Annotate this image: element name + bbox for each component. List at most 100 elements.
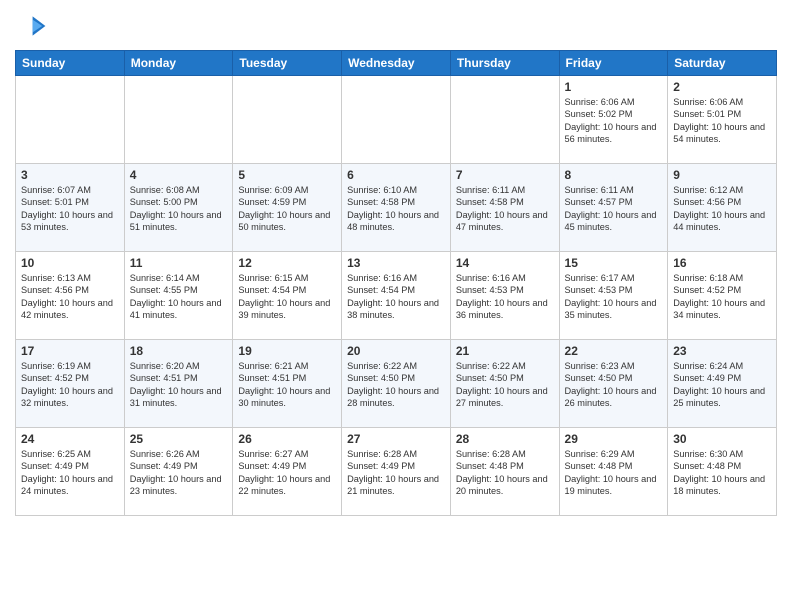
day-cell-17: 17 Sunrise: 6:19 AM Sunset: 4:52 PM Dayli… (16, 340, 125, 428)
day-cell-13: 13Sunrise: 6:16 AM Sunset: 4:54 PM Dayli… (342, 252, 451, 340)
day-info: Sunrise: 6:11 AM Sunset: 4:58 PM Dayligh… (456, 184, 554, 234)
day-info: Sunrise: 6:28 AM Sunset: 4:49 PM Dayligh… (347, 448, 445, 498)
day-number: 22 (565, 344, 663, 358)
day-cell-6: 6 Sunrise: 6:10 AM Sunset: 4:58 PM Daylig… (342, 164, 451, 252)
day-number: 15 (565, 256, 663, 270)
day-number: 11 (130, 256, 228, 270)
weekday-header-tuesday: Tuesday (233, 51, 342, 76)
day-info: Sunrise: 6:28 AM Sunset: 4:48 PM Dayligh… (456, 448, 554, 498)
weekday-row: SundayMondayTuesdayWednesdayThursdayFrid… (16, 51, 777, 76)
day-info: Sunrise: 6:15 AM Sunset: 4:54 PM Dayligh… (238, 272, 336, 322)
day-cell-21: 21 Sunrise: 6:22 AM Sunset: 4:50 PM Dayli… (450, 340, 559, 428)
day-info: Sunrise: 6:20 AM Sunset: 4:51 PM Dayligh… (130, 360, 228, 410)
day-number: 23 (673, 344, 771, 358)
day-cell-1: 1 Sunrise: 6:06 AM Sunset: 5:02 PM Daylig… (559, 76, 668, 164)
day-info: Sunrise: 6:23 AM Sunset: 4:50 PM Dayligh… (565, 360, 663, 410)
day-number: 6 (347, 168, 445, 182)
day-number: 27 (347, 432, 445, 446)
header (15, 10, 777, 42)
day-number: 21 (456, 344, 554, 358)
day-cell-16: 16 Sunrise: 6:18 AM Sunset: 4:52 PM Dayli… (668, 252, 777, 340)
day-cell-20: 20 Sunrise: 6:22 AM Sunset: 4:50 PM Dayli… (342, 340, 451, 428)
day-cell-2: 2 Sunrise: 6:06 AM Sunset: 5:01 PM Daylig… (668, 76, 777, 164)
empty-cell (124, 76, 233, 164)
day-number: 17 (21, 344, 119, 358)
day-info: Sunrise: 6:22 AM Sunset: 4:50 PM Dayligh… (456, 360, 554, 410)
day-info: Sunrise: 6:14 AM Sunset: 4:55 PM Dayligh… (130, 272, 228, 322)
day-number: 9 (673, 168, 771, 182)
day-number: 19 (238, 344, 336, 358)
day-info: Sunrise: 6:22 AM Sunset: 4:50 PM Dayligh… (347, 360, 445, 410)
day-cell-18: 18 Sunrise: 6:20 AM Sunset: 4:51 PM Dayli… (124, 340, 233, 428)
day-cell-25: 25 Sunrise: 6:26 AM Sunset: 4:49 PM Dayli… (124, 428, 233, 516)
page: SundayMondayTuesdayWednesdayThursdayFrid… (0, 0, 792, 531)
day-number: 14 (456, 256, 554, 270)
day-cell-23: 23 Sunrise: 6:24 AM Sunset: 4:49 PM Dayli… (668, 340, 777, 428)
day-number: 25 (130, 432, 228, 446)
day-number: 13 (347, 256, 445, 270)
empty-cell (342, 76, 451, 164)
day-number: 20 (347, 344, 445, 358)
day-info: Sunrise: 6:30 AM Sunset: 4:48 PM Dayligh… (673, 448, 771, 498)
day-cell-27: 27 Sunrise: 6:28 AM Sunset: 4:49 PM Dayli… (342, 428, 451, 516)
day-cell-22: 22 Sunrise: 6:23 AM Sunset: 4:50 PM Dayli… (559, 340, 668, 428)
day-cell-5: 5 Sunrise: 6:09 AM Sunset: 4:59 PM Daylig… (233, 164, 342, 252)
weekday-header-wednesday: Wednesday (342, 51, 451, 76)
day-number: 29 (565, 432, 663, 446)
day-info: Sunrise: 6:11 AM Sunset: 4:57 PM Dayligh… (565, 184, 663, 234)
day-cell-29: 29 Sunrise: 6:29 AM Sunset: 4:48 PM Dayli… (559, 428, 668, 516)
day-info: Sunrise: 6:09 AM Sunset: 4:59 PM Dayligh… (238, 184, 336, 234)
logo-icon (15, 10, 47, 42)
day-info: Sunrise: 6:17 AM Sunset: 4:53 PM Dayligh… (565, 272, 663, 322)
day-cell-9: 9Sunrise: 6:12 AM Sunset: 4:56 PM Daylig… (668, 164, 777, 252)
day-cell-8: 8Sunrise: 6:11 AM Sunset: 4:57 PM Daylig… (559, 164, 668, 252)
weekday-header-sunday: Sunday (16, 51, 125, 76)
day-number: 3 (21, 168, 119, 182)
week-row-2: 3 Sunrise: 6:07 AM Sunset: 5:01 PM Daylig… (16, 164, 777, 252)
day-info: Sunrise: 6:06 AM Sunset: 5:01 PM Dayligh… (673, 96, 771, 146)
calendar-header: SundayMondayTuesdayWednesdayThursdayFrid… (16, 51, 777, 76)
day-number: 1 (565, 80, 663, 94)
day-number: 5 (238, 168, 336, 182)
day-number: 4 (130, 168, 228, 182)
day-number: 2 (673, 80, 771, 94)
day-info: Sunrise: 6:06 AM Sunset: 5:02 PM Dayligh… (565, 96, 663, 146)
weekday-header-monday: Monday (124, 51, 233, 76)
day-info: Sunrise: 6:26 AM Sunset: 4:49 PM Dayligh… (130, 448, 228, 498)
weekday-header-saturday: Saturday (668, 51, 777, 76)
day-info: Sunrise: 6:16 AM Sunset: 4:53 PM Dayligh… (456, 272, 554, 322)
day-info: Sunrise: 6:21 AM Sunset: 4:51 PM Dayligh… (238, 360, 336, 410)
calendar-table: SundayMondayTuesdayWednesdayThursdayFrid… (15, 50, 777, 516)
day-cell-24: 24Sunrise: 6:25 AM Sunset: 4:49 PM Dayli… (16, 428, 125, 516)
day-info: Sunrise: 6:10 AM Sunset: 4:58 PM Dayligh… (347, 184, 445, 234)
day-cell-12: 12Sunrise: 6:15 AM Sunset: 4:54 PM Dayli… (233, 252, 342, 340)
day-info: Sunrise: 6:24 AM Sunset: 4:49 PM Dayligh… (673, 360, 771, 410)
calendar-body: 1 Sunrise: 6:06 AM Sunset: 5:02 PM Daylig… (16, 76, 777, 516)
week-row-5: 24Sunrise: 6:25 AM Sunset: 4:49 PM Dayli… (16, 428, 777, 516)
day-cell-11: 11 Sunrise: 6:14 AM Sunset: 4:55 PM Dayli… (124, 252, 233, 340)
day-cell-15: 15 Sunrise: 6:17 AM Sunset: 4:53 PM Dayli… (559, 252, 668, 340)
day-cell-10: 10Sunrise: 6:13 AM Sunset: 4:56 PM Dayli… (16, 252, 125, 340)
day-cell-28: 28 Sunrise: 6:28 AM Sunset: 4:48 PM Dayli… (450, 428, 559, 516)
week-row-3: 10Sunrise: 6:13 AM Sunset: 4:56 PM Dayli… (16, 252, 777, 340)
weekday-header-friday: Friday (559, 51, 668, 76)
day-info: Sunrise: 6:08 AM Sunset: 5:00 PM Dayligh… (130, 184, 228, 234)
empty-cell (450, 76, 559, 164)
day-info: Sunrise: 6:27 AM Sunset: 4:49 PM Dayligh… (238, 448, 336, 498)
day-cell-30: 30Sunrise: 6:30 AM Sunset: 4:48 PM Dayli… (668, 428, 777, 516)
day-number: 16 (673, 256, 771, 270)
week-row-1: 1 Sunrise: 6:06 AM Sunset: 5:02 PM Daylig… (16, 76, 777, 164)
day-number: 18 (130, 344, 228, 358)
day-number: 28 (456, 432, 554, 446)
day-info: Sunrise: 6:29 AM Sunset: 4:48 PM Dayligh… (565, 448, 663, 498)
day-cell-19: 19 Sunrise: 6:21 AM Sunset: 4:51 PM Dayli… (233, 340, 342, 428)
day-number: 7 (456, 168, 554, 182)
day-info: Sunrise: 6:13 AM Sunset: 4:56 PM Dayligh… (21, 272, 119, 322)
weekday-header-thursday: Thursday (450, 51, 559, 76)
day-cell-14: 14 Sunrise: 6:16 AM Sunset: 4:53 PM Dayli… (450, 252, 559, 340)
day-info: Sunrise: 6:07 AM Sunset: 5:01 PM Dayligh… (21, 184, 119, 234)
day-info: Sunrise: 6:19 AM Sunset: 4:52 PM Dayligh… (21, 360, 119, 410)
day-cell-26: 26Sunrise: 6:27 AM Sunset: 4:49 PM Dayli… (233, 428, 342, 516)
empty-cell (16, 76, 125, 164)
day-info: Sunrise: 6:18 AM Sunset: 4:52 PM Dayligh… (673, 272, 771, 322)
